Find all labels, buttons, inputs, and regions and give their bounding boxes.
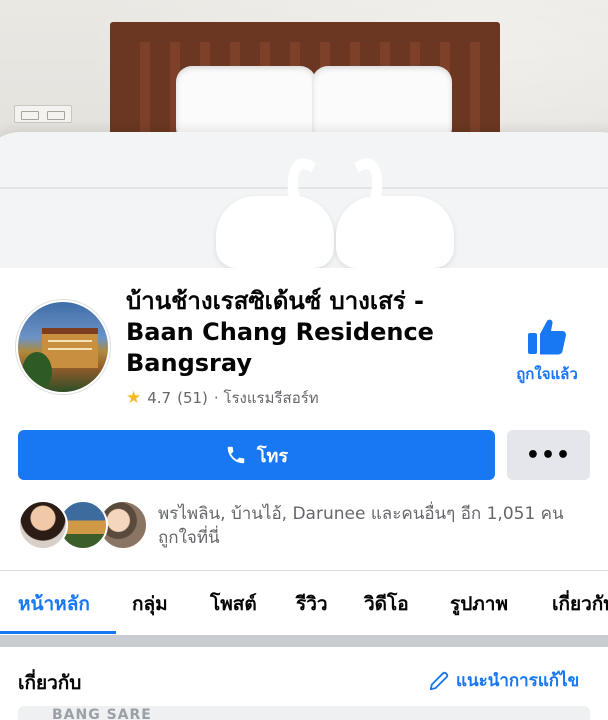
page-tabs: หน้าหลัก กลุ่ม โพสต์ รีวิว วิดีโอ รูปภาพ… <box>0 571 608 635</box>
call-button[interactable]: โทร <box>18 430 495 480</box>
pencil-icon <box>429 671 449 690</box>
like-label: ถูกใจแล้ว <box>516 365 578 383</box>
avatar <box>18 500 68 550</box>
rating-line[interactable]: ★ 4.7 (51) · โรงแรมรีสอร์ท <box>126 386 319 410</box>
friend-avatars[interactable] <box>18 500 148 552</box>
more-options-button[interactable]: ••• <box>507 430 590 480</box>
more-dots-icon: ••• <box>525 442 572 468</box>
section-separator <box>0 635 608 647</box>
page-title-thai: บ้านช้างเรสซิเด้นซ์ บางเสร่ - <box>126 287 424 315</box>
active-tab-indicator <box>0 631 116 634</box>
rating-value: 4.7 <box>147 389 172 407</box>
tab-posts[interactable]: โพสต์ <box>210 589 257 619</box>
tab-videos[interactable]: วิดีโอ <box>364 589 409 619</box>
wall-outlet <box>14 105 72 123</box>
page-title: บ้านช้างเรสซิเด้นซ์ บางเสร่ - Baan Chang… <box>126 286 486 379</box>
profile-picture[interactable] <box>16 300 110 394</box>
tab-about[interactable]: เกี่ยวกับ <box>552 589 608 619</box>
like-button[interactable]: ถูกใจแล้ว <box>504 318 590 386</box>
friends-like-text[interactable]: พรไพลิน, บ้านไอ้, Darunee และคนอื่นๆ อีก… <box>158 502 588 550</box>
suggest-edit-label: แนะนำการแก้ไข <box>456 671 580 691</box>
thumbs-up-icon <box>528 319 566 355</box>
page-title-english-line2: Bangsray <box>126 349 252 377</box>
tab-groups[interactable]: กลุ่ม <box>132 589 168 619</box>
tab-reviews[interactable]: รีวิว <box>296 589 328 619</box>
phone-icon <box>227 446 245 464</box>
page-category: · โรงแรมรีสอร์ท <box>213 389 319 407</box>
tab-home[interactable]: หน้าหลัก <box>18 589 90 619</box>
tab-photos[interactable]: รูปภาพ <box>450 589 508 619</box>
page-title-english-line1: Baan Chang Residence <box>126 318 434 346</box>
about-heading: เกี่ยวกับ <box>18 672 82 694</box>
map-label: BANG SARE <box>52 707 152 720</box>
review-count: (51) <box>177 389 208 407</box>
profile-tree <box>22 352 52 392</box>
about-map-preview[interactable]: BANG SARE <box>18 706 590 720</box>
star-icon: ★ <box>126 388 142 408</box>
cover-photo[interactable] <box>0 0 608 268</box>
suggest-edit-link[interactable]: แนะนำการแก้ไข <box>428 667 579 694</box>
call-label: โทร <box>256 445 289 467</box>
